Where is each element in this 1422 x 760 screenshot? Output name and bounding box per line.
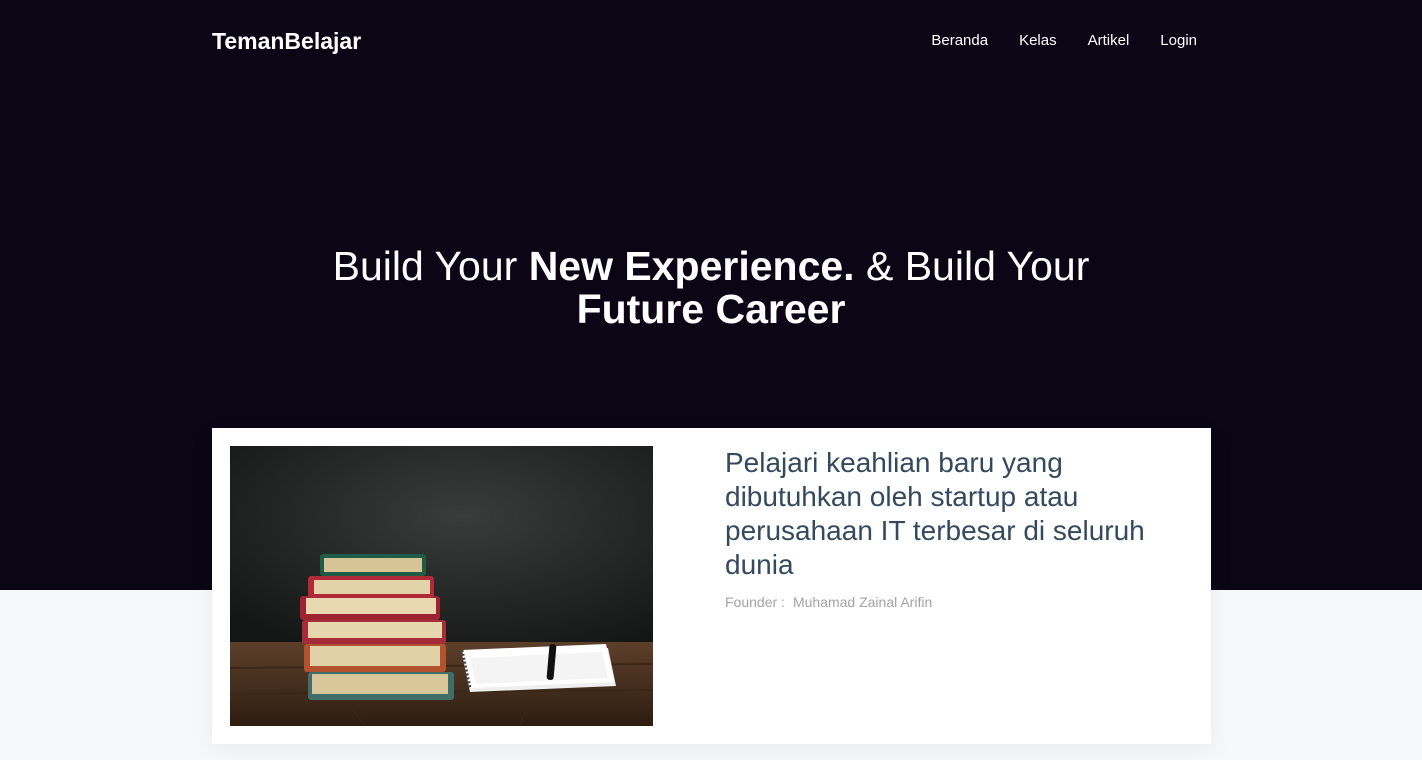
nav-item-beranda[interactable]: Beranda — [931, 32, 988, 49]
founder-line: Founder : Muhamad Zainal Arifin — [725, 594, 932, 610]
brand-logo[interactable]: TemanBelajar — [212, 28, 361, 55]
founder-label: Founder : — [725, 594, 785, 610]
nav-menu: Beranda Kelas Artikel Login — [900, 32, 1197, 49]
headline-part-1: Build Your — [332, 243, 529, 289]
nav-item-kelas[interactable]: Kelas — [1019, 32, 1057, 49]
nav-item-artikel[interactable]: Artikel — [1088, 32, 1130, 49]
headline-part-4: Future Career — [576, 286, 846, 332]
headline-part-3: & Build Your — [854, 243, 1090, 289]
card-title: Pelajari keahlian baru yang dibutuhkan o… — [725, 447, 1145, 580]
books-photo — [230, 446, 653, 726]
headline-part-2: New Experience. — [528, 243, 855, 289]
nav-item-login[interactable]: Login — [1160, 32, 1197, 49]
founder-name: Muhamad Zainal Arifin — [792, 594, 933, 610]
navbar: TemanBelajar Beranda Kelas Artikel Login — [212, 0, 1210, 82]
hero-headline: Build Your New Experience. & Build Your … — [0, 245, 1422, 331]
feature-card: Pelajari keahlian baru yang dibutuhkan o… — [212, 428, 1211, 744]
